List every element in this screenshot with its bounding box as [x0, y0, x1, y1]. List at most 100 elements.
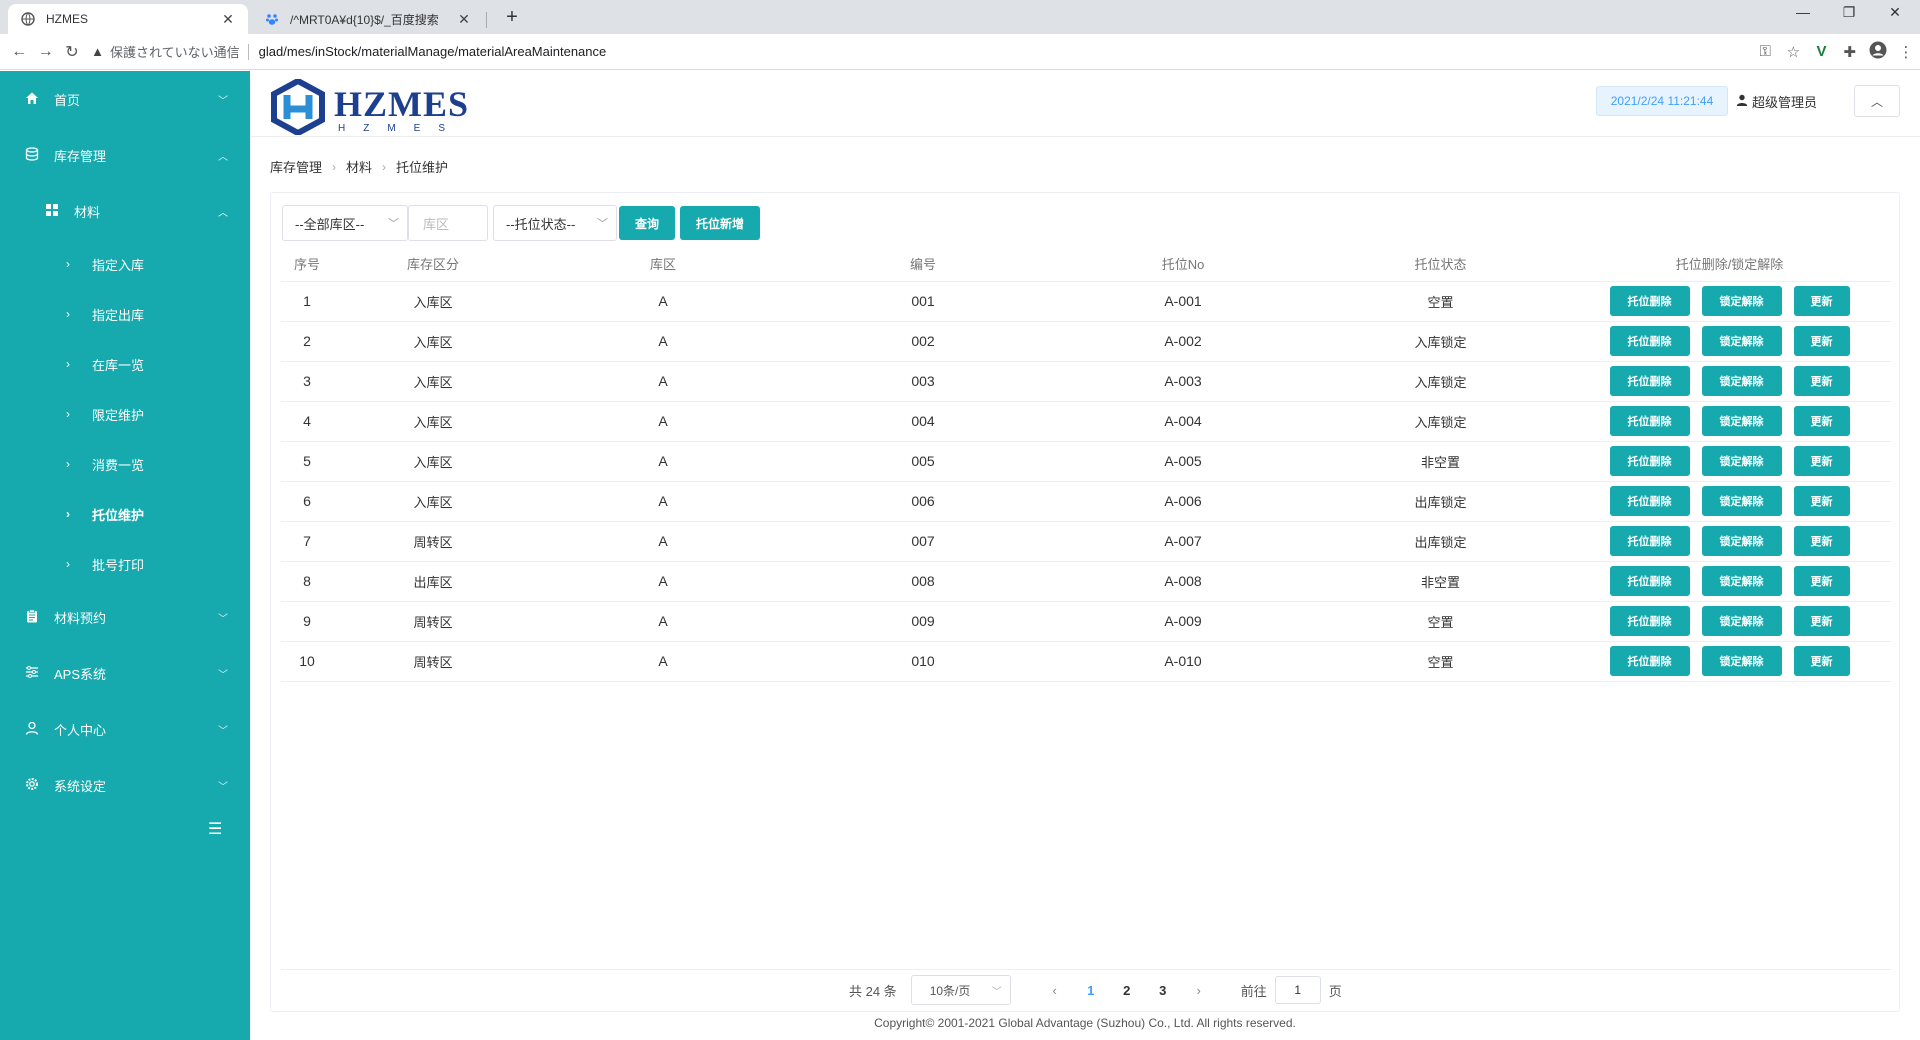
sidebar-item-personal-center[interactable]: 个人中心 ﹀ [0, 701, 250, 757]
key-icon[interactable]: ⚿ [1751, 43, 1779, 60]
row-actions: 托位删除 锁定解除 更新 [1568, 566, 1891, 596]
hamburger-menu-icon[interactable]: ☰ [208, 819, 222, 839]
unlock-button[interactable]: 锁定解除 [1701, 486, 1782, 516]
row-actions: 托位删除 锁定解除 更新 [1568, 406, 1891, 436]
sidebar-leaf-batch-print[interactable]: › 批号打印 [0, 539, 250, 589]
restore-icon[interactable]: ❐ [1826, 4, 1872, 21]
page-number[interactable]: 3 [1145, 983, 1181, 998]
unlock-button[interactable]: 锁定解除 [1701, 606, 1782, 636]
sidebar-item-home[interactable]: 首页 ﹀ [0, 71, 250, 127]
delete-pallet-button[interactable]: 托位删除 [1609, 646, 1690, 676]
page-number[interactable]: 2 [1109, 983, 1145, 998]
table-header-row: 序号 库存区分 库区 编号 托位No 托位状态 托位删除/锁定解除 [281, 247, 1891, 282]
delete-pallet-button[interactable]: 托位删除 [1609, 566, 1690, 596]
actions-cell: 托位删除 锁定解除 更新 [1568, 281, 1891, 322]
collapse-header-button[interactable]: ︿ [1854, 85, 1900, 117]
page-number[interactable]: 1 [1073, 983, 1109, 998]
forward-arrow-icon[interactable]: → [32, 43, 58, 61]
next-page-icon[interactable]: › [1181, 983, 1217, 998]
update-button[interactable]: 更新 [1793, 446, 1850, 476]
url-text[interactable]: glad/mes/inStock/materialManage/material… [259, 44, 607, 59]
pallet-no-cell: A-002 [1053, 321, 1313, 362]
delete-pallet-button[interactable]: 托位删除 [1609, 526, 1690, 556]
brand-name: HZMES [334, 84, 470, 124]
sidebar-leaf-consumption-list[interactable]: › 消费一览 [0, 439, 250, 489]
goto-page-input[interactable]: 1 [1274, 976, 1321, 1004]
unlock-button[interactable]: 锁定解除 [1701, 446, 1782, 476]
breadcrumb-item[interactable]: 材料 [346, 157, 372, 176]
update-button[interactable]: 更新 [1793, 646, 1850, 676]
minimize-icon[interactable]: — [1780, 4, 1826, 20]
delete-pallet-button[interactable]: 托位删除 [1609, 606, 1690, 636]
sidebar-item-material-reservation[interactable]: 材料预约 ﹀ [0, 589, 250, 645]
update-button[interactable]: 更新 [1793, 286, 1850, 316]
update-button[interactable]: 更新 [1793, 366, 1850, 396]
unlock-button[interactable]: 锁定解除 [1701, 646, 1782, 676]
address-bar[interactable]: ▲ 保護されていない通信 glad/mes/inStock/materialMa… [91, 38, 1751, 66]
close-icon[interactable]: ✕ [220, 11, 236, 28]
prev-page-icon[interactable]: ‹ [1037, 983, 1073, 998]
table-row: 3 入库区 A 003 A-003 入库锁定 托位删除 锁定解除 更新 [281, 361, 1891, 402]
update-button[interactable]: 更新 [1793, 326, 1850, 356]
logo: HZMES HZMES [270, 79, 470, 135]
unlock-button[interactable]: 锁定解除 [1701, 366, 1782, 396]
back-arrow-icon[interactable]: ← [6, 43, 32, 61]
sidebar-leaf-label: 批号打印 [92, 557, 145, 573]
delete-pallet-button[interactable]: 托位删除 [1609, 326, 1690, 356]
pallet-status-select[interactable]: --托位状态-- ﹀ [493, 205, 617, 241]
unlock-button[interactable]: 锁定解除 [1701, 526, 1782, 556]
delete-pallet-button[interactable]: 托位删除 [1609, 446, 1690, 476]
star-icon[interactable]: ☆ [1779, 43, 1807, 61]
sidebar-leaf-designated-outbound[interactable]: › 指定出库 [0, 289, 250, 339]
breadcrumb-item[interactable]: 库存管理 [270, 157, 322, 176]
delete-pallet-button[interactable]: 托位删除 [1609, 366, 1690, 396]
browser-tab-hzmes[interactable]: HZMES ✕ [8, 4, 248, 34]
unlock-button[interactable]: 锁定解除 [1701, 406, 1782, 436]
sidebar-subitem-label: 材料 [74, 204, 101, 220]
sidebar-item-system-settings[interactable]: 系统设定 ﹀ [0, 757, 250, 813]
sidebar-leaf-limit-maintenance[interactable]: › 限定维护 [0, 389, 250, 439]
window-close-icon[interactable]: ✕ [1872, 4, 1918, 21]
row-number-cell: 3 [281, 361, 333, 402]
kebab-menu-icon[interactable]: ⋮ [1892, 43, 1920, 61]
page-size-select[interactable]: 10条/页 ﹀ [910, 975, 1011, 1005]
reload-icon[interactable]: ↻ [59, 42, 85, 62]
row-number-cell: 8 [281, 561, 333, 602]
new-tab-button[interactable]: + [500, 6, 524, 29]
copyright-footer: Copyright© 2001-2021 Global Advantage (S… [874, 1016, 1296, 1030]
sidebar-leaf-pallet-maintenance[interactable]: › 托位维护 [0, 489, 250, 539]
profile-icon[interactable] [1864, 41, 1892, 63]
puzzle-icon[interactable]: ✚ [1836, 43, 1864, 61]
sidebar-item-aps[interactable]: APS系统 ﹀ [0, 645, 250, 701]
sidebar: 首页 ﹀ 库存管理 ︿ 材料 ︿ › 指定入库 › 指定出库 › 在库一览 › 限定维护… [0, 71, 250, 1040]
chevron-up-icon: ︿ [218, 207, 228, 219]
query-button[interactable]: 查询 [619, 206, 675, 240]
update-button[interactable]: 更新 [1793, 526, 1850, 556]
user-icon [24, 721, 40, 738]
inventory-type-cell: 周转区 [333, 521, 533, 562]
delete-pallet-button[interactable]: 托位删除 [1609, 406, 1690, 436]
close-icon[interactable]: ✕ [456, 11, 472, 28]
sidebar-item-inventory[interactable]: 库存管理 ︿ [0, 127, 250, 183]
column-header: 托位删除/锁定解除 [1568, 247, 1891, 282]
unlock-button[interactable]: 锁定解除 [1701, 286, 1782, 316]
sidebar-leaf-stock-list[interactable]: › 在库一览 [0, 339, 250, 389]
current-user[interactable]: 超级管理员 [1736, 86, 1817, 116]
vue-extension-icon[interactable]: V [1807, 43, 1835, 60]
sidebar-leaf-designated-inbound[interactable]: › 指定入库 [0, 239, 250, 289]
add-pallet-button[interactable]: 托位新增 [680, 206, 760, 240]
unlock-button[interactable]: 锁定解除 [1701, 326, 1782, 356]
zone-input[interactable]: 库区 [408, 205, 488, 241]
browser-tab-baidu[interactable]: /^MRT0A¥d{10}$/_百度搜索 ✕ [252, 4, 484, 34]
update-button[interactable]: 更新 [1793, 486, 1850, 516]
delete-pallet-button[interactable]: 托位删除 [1609, 286, 1690, 316]
update-button[interactable]: 更新 [1793, 566, 1850, 596]
delete-pallet-button[interactable]: 托位删除 [1609, 486, 1690, 516]
unlock-button[interactable]: 锁定解除 [1701, 566, 1782, 596]
sidebar-item-label: APS系统 [54, 666, 107, 682]
chevron-down-icon: ﹀ [218, 725, 228, 737]
update-button[interactable]: 更新 [1793, 406, 1850, 436]
sidebar-subitem-material[interactable]: 材料 ︿ [0, 183, 250, 239]
update-button[interactable]: 更新 [1793, 606, 1850, 636]
area-type-select[interactable]: --全部库区-- ﹀ [282, 205, 408, 241]
